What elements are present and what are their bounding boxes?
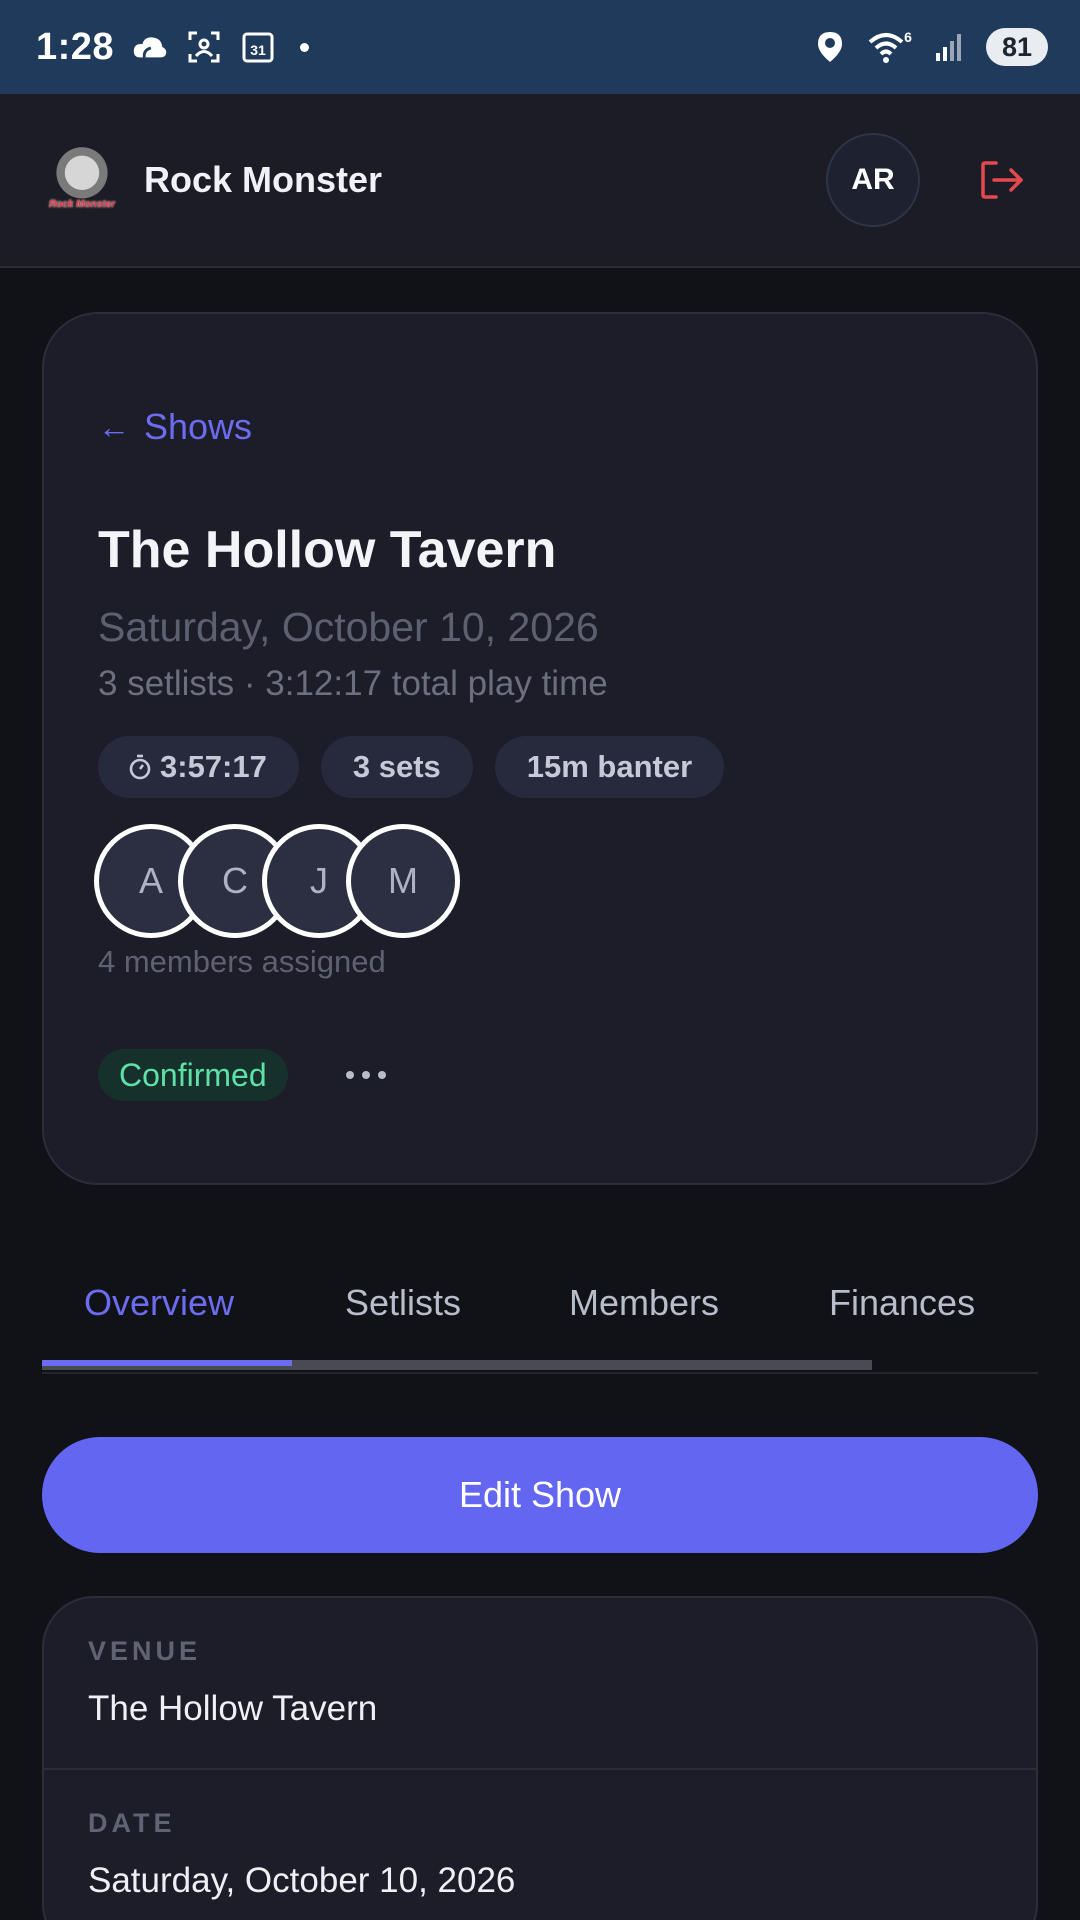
show-details-card: VENUE The Hollow Tavern DATE Saturday, O… xyxy=(42,1596,1038,1920)
status-time: 1:28 xyxy=(36,25,115,68)
screenshot-icon xyxy=(186,29,222,65)
battery-indicator: 81 xyxy=(986,28,1048,66)
show-date: Saturday, October 10, 2026 xyxy=(98,604,599,650)
detail-row-date: DATE Saturday, October 10, 2026 xyxy=(44,1808,1036,1901)
status-row: Confirmed xyxy=(98,1049,390,1101)
user-avatar[interactable]: AR xyxy=(826,133,920,227)
divider xyxy=(44,1768,1036,1770)
more-options-button[interactable] xyxy=(342,1061,390,1089)
banter-chip: 15m banter xyxy=(494,736,725,798)
wifi-badge: 6 xyxy=(904,30,912,45)
detail-value: The Hollow Tavern xyxy=(88,1689,378,1728)
signal-icon xyxy=(932,29,968,65)
brand-name: Rock Monster xyxy=(144,159,383,200)
show-stats-chips: 3:57:17 3 sets 15m banter xyxy=(98,736,725,798)
calendar-icon: 31 xyxy=(240,29,276,65)
tab-finances[interactable]: Finances xyxy=(829,1282,975,1324)
back-link-label: Shows xyxy=(144,406,253,447)
show-title: The Hollow Tavern xyxy=(98,521,557,579)
back-to-shows-link[interactable]: ← Shows xyxy=(98,406,252,448)
stopwatch-icon xyxy=(129,754,151,780)
more-dot xyxy=(361,1071,370,1079)
detail-value: Saturday, October 10, 2026 xyxy=(88,1861,516,1900)
location-icon xyxy=(812,29,848,65)
show-summary-card: ← Shows The Hollow Tavern Saturday, Octo… xyxy=(42,312,1038,1185)
status-badge: Confirmed xyxy=(98,1049,288,1101)
duration-chip: 3:57:17 xyxy=(98,736,299,798)
calendar-day: 31 xyxy=(250,42,266,58)
active-tab-indicator xyxy=(42,1360,292,1366)
show-tabs: Overview Setlists Members Finances xyxy=(42,1262,1038,1374)
detail-label: VENUE xyxy=(88,1636,202,1666)
arrow-left-icon: ← xyxy=(98,408,130,445)
member-avatar[interactable]: M xyxy=(346,824,460,938)
logo-text: Rock Monster xyxy=(48,199,116,210)
status-left: 1:28 31 xyxy=(36,25,310,69)
cloud-icon xyxy=(132,29,168,65)
wifi-icon: 6 xyxy=(866,29,914,65)
edit-show-button[interactable]: Edit Show xyxy=(42,1437,1038,1553)
members-assigned-note: 4 members assigned xyxy=(98,944,386,979)
detail-label: DATE xyxy=(88,1808,176,1838)
tab-setlists[interactable]: Setlists xyxy=(345,1282,461,1324)
more-dot xyxy=(377,1071,386,1079)
sets-chip: 3 sets xyxy=(320,736,473,798)
band-logo[interactable]: Rock Monster xyxy=(46,144,118,216)
duration-value: 3:57:17 xyxy=(160,749,267,784)
more-dot xyxy=(345,1071,354,1079)
status-right: 6 81 xyxy=(812,28,1048,66)
show-summary: 3 setlists · 3:12:17 total play time xyxy=(98,664,608,703)
status-bar: 1:28 31 6 81 xyxy=(0,0,1080,94)
tab-members[interactable]: Members xyxy=(569,1282,719,1324)
app-header: Rock Monster Rock Monster AR xyxy=(0,94,1080,268)
detail-row-venue: VENUE The Hollow Tavern xyxy=(44,1636,1036,1729)
member-avatars: A C J M xyxy=(94,824,460,938)
tab-overview[interactable]: Overview xyxy=(84,1282,234,1324)
logout-icon xyxy=(981,161,1023,199)
notification-dot xyxy=(300,42,310,52)
logout-button[interactable] xyxy=(970,148,1034,212)
